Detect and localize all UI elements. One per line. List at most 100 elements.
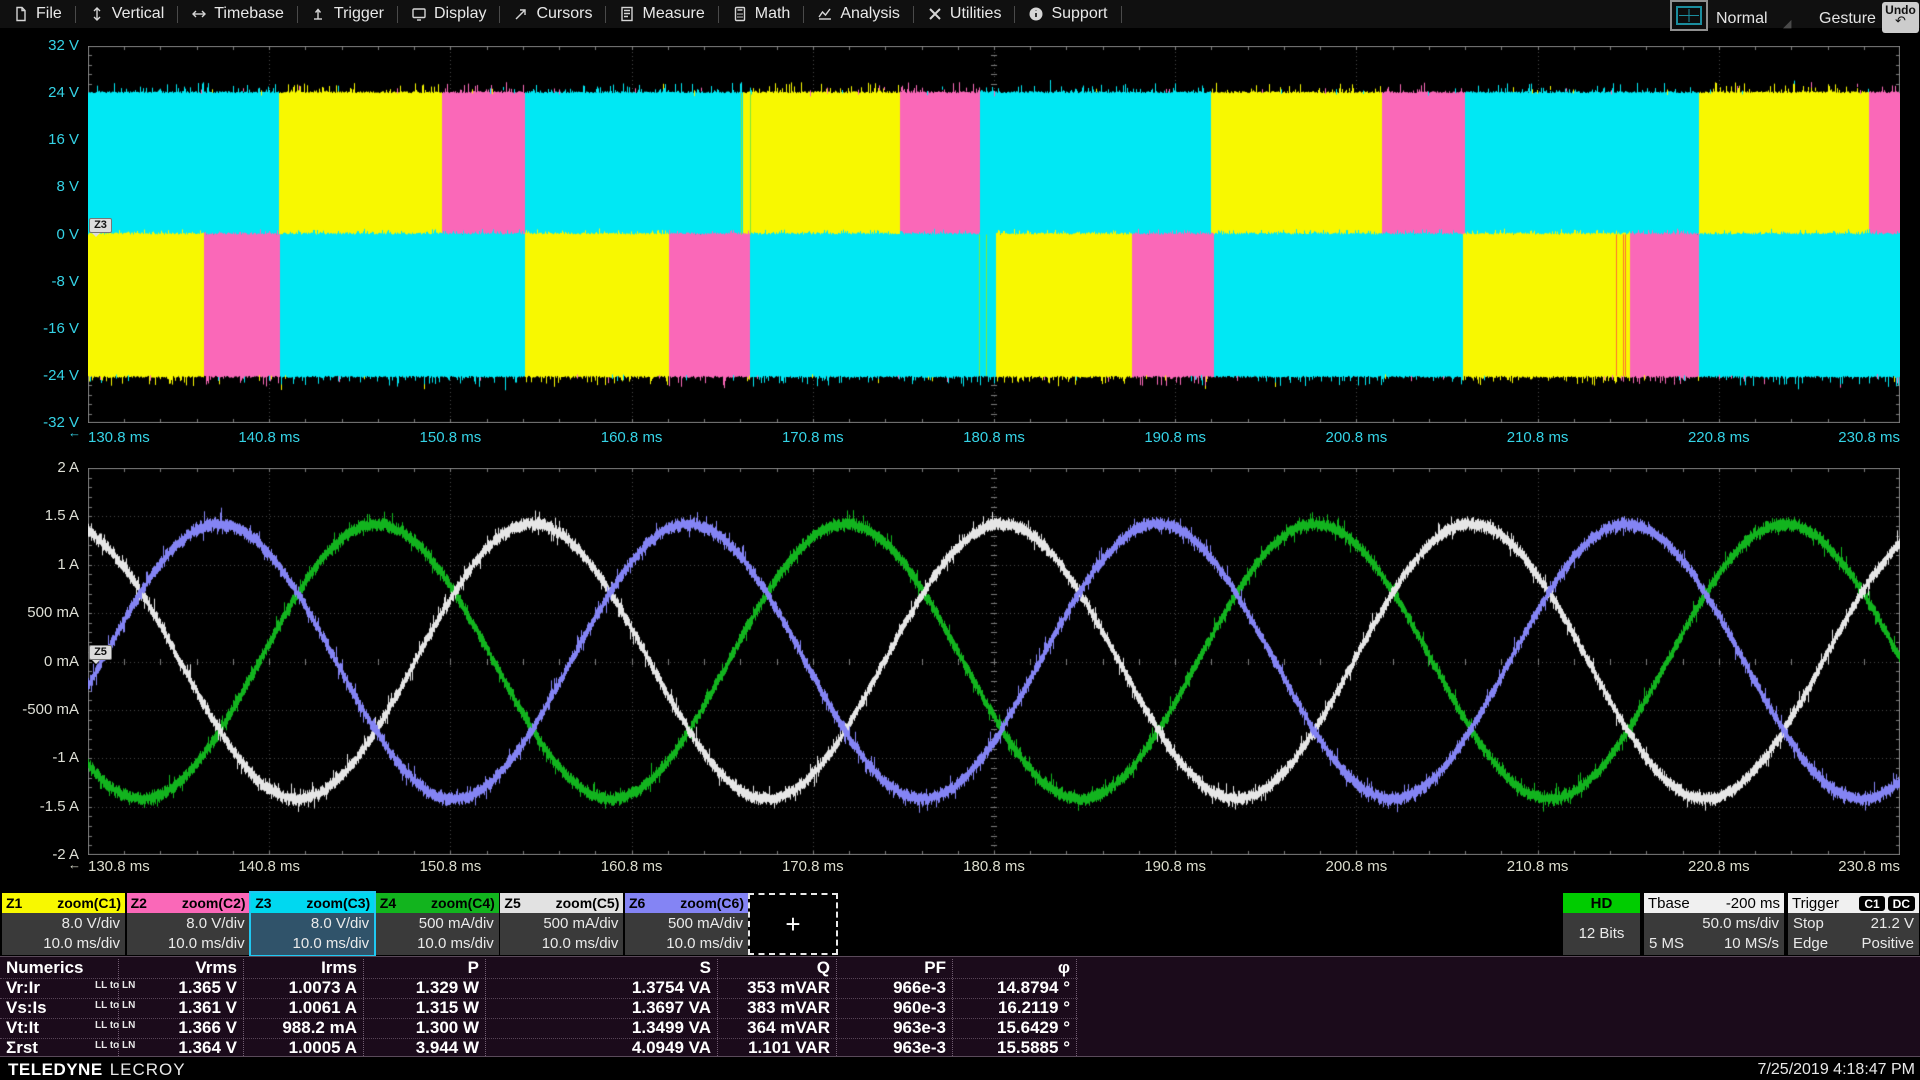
info-icon	[1028, 6, 1044, 22]
numerics-column-header: φ	[966, 958, 1070, 978]
menu-item-trigger[interactable]: Trigger	[298, 0, 397, 28]
channel-scale: 500 mA/div	[625, 913, 748, 933]
menu-item-display[interactable]: Display	[398, 0, 499, 28]
time-axis-label: 210.8 ms	[1493, 858, 1583, 876]
current-axis-label: -1 A	[0, 749, 79, 767]
file-icon	[13, 6, 29, 22]
trigger-type: Edge	[1793, 933, 1828, 953]
menu-item-measure[interactable]: Measure	[606, 0, 717, 28]
time-axis-label: 220.8 ms	[1674, 429, 1764, 447]
channel-timebase: 10.0 ms/div	[2, 933, 125, 953]
channel-box-z5[interactable]: Z5zoom(C5)500 mA/div10.0 ms/div	[500, 893, 623, 955]
trigger-mode: Stop	[1793, 913, 1824, 933]
numerics-value: 16.2119 °	[926, 998, 1070, 1018]
trigger-label: Trigger	[1792, 895, 1839, 912]
current-axis-label: 2 A	[0, 459, 79, 477]
tbase-samples: 5 MS	[1649, 933, 1684, 953]
tbase-offset: -200 ms	[1726, 895, 1780, 912]
hd-descriptor-box[interactable]: HD 12 Bits	[1563, 893, 1640, 955]
voltage-axis-label: 0 V	[0, 226, 79, 244]
time-axis-label: 180.8 ms	[949, 858, 1039, 876]
numerics-column-separator	[1076, 959, 1077, 1056]
time-axis-label: 190.8 ms	[1130, 429, 1220, 447]
channel-scale: 500 mA/div	[500, 913, 623, 933]
tbase-label: Tbase	[1648, 895, 1690, 912]
time-axis-label: 140.8 ms	[224, 858, 314, 876]
numerics-column-header: S	[607, 958, 711, 978]
display-icon	[411, 6, 427, 22]
trigger-descriptor-box[interactable]: Trigger C1 DC Stop 21.2 V Edge Positive	[1788, 893, 1919, 955]
voltage-axis-label: -16 V	[0, 320, 79, 338]
time-axis-label: 180.8 ms	[949, 429, 1039, 447]
menu-item-file[interactable]: File	[0, 0, 75, 28]
numerics-value: 15.6429 °	[926, 1018, 1070, 1038]
menu-item-support[interactable]: Support	[1015, 0, 1120, 28]
channel-box-z4[interactable]: Z4zoom(C4)500 mA/div10.0 ms/div	[376, 893, 499, 955]
channel-timebase: 10.0 ms/div	[251, 933, 374, 953]
time-axis-label: 210.8 ms	[1493, 429, 1583, 447]
trigger-edge-icon	[311, 6, 327, 22]
menu-bar: FileVerticalTimebaseTriggerDisplayCursor…	[0, 0, 1920, 28]
numerics-value: 963e-3	[802, 1018, 946, 1038]
current-axis-label: 500 mA	[0, 604, 79, 622]
time-axis-label: 200.8 ms	[1311, 858, 1401, 876]
voltage-grid[interactable]	[88, 46, 1900, 423]
channel-header: Z3zoom(C3)	[251, 893, 374, 913]
numerics-value: 1.315 W	[335, 998, 479, 1018]
menu-item-analysis[interactable]: Analysis	[804, 0, 913, 28]
trigger-coupling-badge: DC	[1888, 896, 1915, 911]
numerics-value: 15.5885 °	[926, 1038, 1070, 1058]
time-axis-label: 170.8 ms	[768, 429, 858, 447]
channel-scale: 8.0 V/div	[127, 913, 250, 933]
time-axis-label: 230.8 ms	[1820, 429, 1900, 447]
channel-box-z2[interactable]: Z2zoom(C2)8.0 V/div10.0 ms/div	[127, 893, 250, 955]
channel-box-z6[interactable]: Z6zoom(C6)500 mA/div10.0 ms/div	[625, 893, 748, 955]
channel-header: Z6zoom(C6)	[625, 893, 748, 913]
numerics-row-label: Vs:Is	[6, 998, 47, 1018]
numerics-value: 3.944 W	[335, 1038, 479, 1058]
voltage-waveform-canvas	[88, 46, 1900, 423]
numerics-table[interactable]: NumericsVrmsIrmsPSQPFφVr:IrLL to LN1.365…	[0, 956, 1920, 1057]
calculator-icon	[732, 6, 748, 22]
hd-bits: 12 Bits	[1563, 923, 1640, 943]
channel-timebase: 10.0 ms/div	[625, 933, 748, 953]
numerics-column-header: PF	[842, 958, 946, 978]
current-axis-label: -1.5 A	[0, 798, 79, 816]
time-axis-label: 150.8 ms	[405, 429, 495, 447]
numerics-value: 963e-3	[802, 1038, 946, 1058]
footer-bar: TELEDYNELECROY 7/25/2019 4:18:47 PM	[0, 1058, 1920, 1080]
time-axis-label: 190.8 ms	[1130, 858, 1220, 876]
voltage-axis-label: 8 V	[0, 178, 79, 196]
vertical-arrows-icon	[89, 6, 105, 22]
menu-item-math[interactable]: Math	[719, 0, 804, 28]
menu-item-vertical[interactable]: Vertical	[76, 0, 177, 28]
channel-header: Z5zoom(C5)	[500, 893, 623, 913]
numerics-column-header: P	[375, 958, 479, 978]
menu-item-timebase[interactable]: Timebase	[178, 0, 297, 28]
numerics-value: 1.329 W	[335, 978, 479, 998]
time-axis-label: 200.8 ms	[1311, 429, 1401, 447]
numerics-value: 1.300 W	[335, 1018, 479, 1038]
channel-header: Z4zoom(C4)	[376, 893, 499, 913]
horizontal-arrows-icon	[191, 6, 207, 22]
menu-item-cursors[interactable]: Cursors	[500, 0, 605, 28]
offset-arrow-bottom: ←	[68, 857, 81, 872]
z5-zero-marker[interactable]: Z5	[89, 645, 112, 660]
menu-item-utilities[interactable]: Utilities	[914, 0, 1015, 28]
current-grid[interactable]	[88, 468, 1900, 855]
time-axis-label: 140.8 ms	[224, 429, 314, 447]
channel-box-z1[interactable]: Z1zoom(C1)8.0 V/div10.0 ms/div	[2, 893, 125, 955]
numerics-row-label: Vr:Ir	[6, 978, 40, 998]
channel-box-z3[interactable]: Z3zoom(C3)8.0 V/div10.0 ms/div	[251, 893, 374, 955]
timebase-descriptor-box[interactable]: Tbase -200 ms 50.0 ms/div 5 MS 10 MS/s	[1644, 893, 1784, 955]
add-trace-button[interactable]: +	[748, 893, 838, 955]
voltage-axis-label: -24 V	[0, 367, 79, 385]
channel-timebase: 10.0 ms/div	[127, 933, 250, 953]
time-axis-label: 130.8 ms	[88, 429, 150, 447]
channel-header: Z1zoom(C1)	[2, 893, 125, 913]
datetime-label: 7/25/2019 4:18:47 PM	[1758, 1061, 1915, 1079]
tools-icon	[927, 6, 943, 22]
z3-zero-marker[interactable]: Z3	[89, 218, 112, 233]
menu-separator	[1121, 6, 1122, 23]
numerics-column-header: Vrms	[133, 958, 237, 978]
